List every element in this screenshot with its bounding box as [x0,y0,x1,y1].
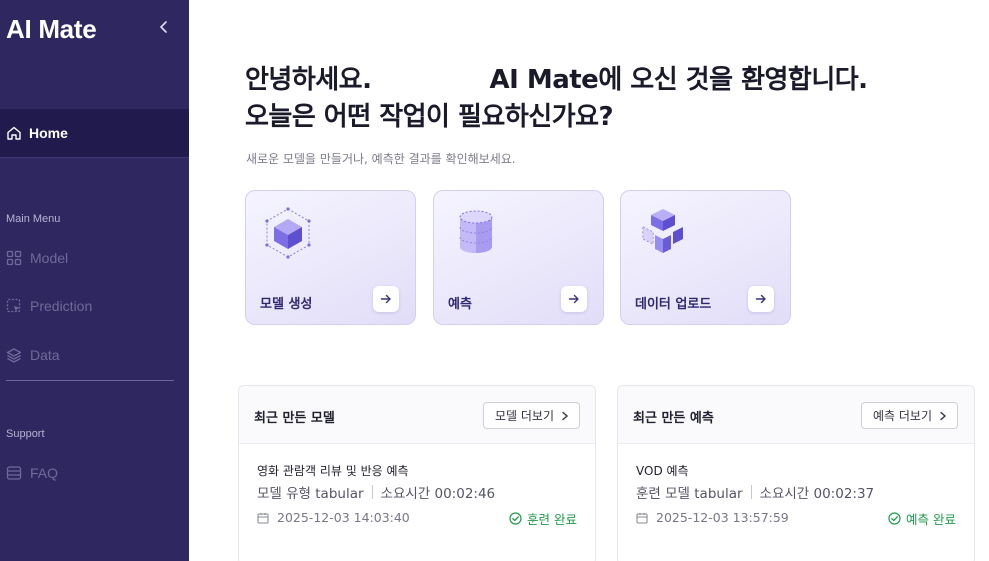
card-create-model-label: 모델 생성 [260,297,313,312]
nav-home-label: Home [29,125,68,141]
nav-item-faq-label: FAQ [30,465,59,481]
status-badge: 훈련 완료 [509,509,577,528]
recent-prediction-date-text: 2025-12-03 13:57:59 [656,510,789,525]
recent-models-panel: 최근 만든 모델 모델 더보기 영화 관람객 리뷰 및 반응 예측 모델 유형 … [238,385,596,561]
faq-icon [6,466,22,480]
recent-predictions-panel: 최근 만든 예측 예측 더보기 VOD 예측 훈련 모델 tabular 소요시… [617,385,975,561]
recent-prediction-meta: 훈련 모델 tabular 소요시간 00:02:37 [636,482,874,502]
recent-models-title: 최근 만든 모델 [254,411,335,426]
greeting-heading: 안녕하세요. AI Mate에 오신 것을 환영합니다. 오늘은 어떤 작업이 필… [245,62,868,136]
sidebar: AI Mate Home Main Menu Model Prediction [0,0,189,561]
greeting-welcome: AI Mate에 오신 것을 환영합니다. [489,65,868,95]
recent-model-type: 모델 유형 tabular [257,486,364,502]
card-create-model[interactable]: 모델 생성 [245,190,416,325]
recent-prediction-date: 2025-12-03 13:57:59 [636,510,789,525]
recent-predictions-title: 최근 만든 예측 [633,411,714,426]
database-cylinder-icon [459,210,493,253]
chevron-right-icon [940,411,947,420]
card-data-upload-label: 데이터 업로드 [635,297,712,312]
check-circle-icon [509,512,522,525]
nav-item-data[interactable]: Data [6,347,60,363]
brand-logo[interactable]: AI Mate [6,14,97,45]
calendar-icon [636,512,648,524]
status-badge: 예측 완료 [888,509,956,528]
nav-item-model-label: Model [30,250,69,266]
check-circle-icon [888,512,901,525]
calendar-icon [257,512,269,524]
meta-divider [371,485,373,499]
arrow-right-icon[interactable] [748,286,774,312]
nav-item-faq[interactable]: FAQ [6,465,58,481]
recent-model-duration: 소요시간 00:02:46 [380,486,496,502]
greeting-hello: 안녕하세요. [245,65,372,95]
recent-predictions-header: 최근 만든 예측 예측 더보기 [618,386,974,444]
meta-divider [750,485,752,499]
prediction-icon [6,298,21,313]
card-data-upload[interactable]: 데이터 업로드 [620,190,791,325]
recent-model-name[interactable]: 영화 관람객 리뷰 및 반응 예측 [257,462,409,479]
recent-model-status: 훈련 완료 [527,512,577,527]
section-label-main: Main Menu [6,213,61,225]
recent-model-meta: 모델 유형 tabular 소요시간 00:02:46 [257,482,495,502]
nav-item-prediction-label: Prediction [30,298,93,314]
recent-prediction-duration: 소요시간 00:02:37 [759,486,875,502]
page-subtitle: 새로운 모델을 만들거나, 예측한 결과를 확인해보세요. [246,152,516,166]
recent-prediction-type: 훈련 모델 tabular [636,486,743,502]
nav-item-model[interactable]: Model [6,250,68,266]
card-prediction[interactable]: 예측 [433,190,604,325]
grid-icon [6,250,22,266]
recent-prediction-status: 예측 완료 [906,512,956,527]
arrow-right-icon[interactable] [561,286,587,312]
nav-item-prediction[interactable]: Prediction [6,298,92,314]
greeting-question: 오늘은 어떤 작업이 필요하신가요? [245,102,614,132]
more-models-label: 모델 더보기 [494,409,554,423]
nav-item-data-label: Data [30,347,60,363]
layers-icon [6,348,22,363]
split-cube-icon [642,209,683,253]
recent-model-date-text: 2025-12-03 14:03:40 [277,510,410,525]
chevron-right-icon [562,411,569,420]
recent-prediction-name[interactable]: VOD 예측 [636,462,689,479]
nav-home[interactable]: Home [0,109,189,158]
arrow-right-icon[interactable] [373,286,399,312]
more-predictions-label: 예측 더보기 [872,409,932,423]
recent-models-header: 최근 만든 모델 모델 더보기 [239,386,595,444]
recent-model-date: 2025-12-03 14:03:40 [257,510,410,525]
cube-hexagon-icon [265,207,311,259]
home-icon [7,126,21,140]
chevron-left-icon[interactable] [156,20,172,38]
more-predictions-button[interactable]: 예측 더보기 [860,402,958,429]
section-label-support: Support [6,428,45,440]
card-prediction-label: 예측 [448,297,472,312]
sidebar-divider [6,380,174,381]
more-models-button[interactable]: 모델 더보기 [482,402,580,429]
